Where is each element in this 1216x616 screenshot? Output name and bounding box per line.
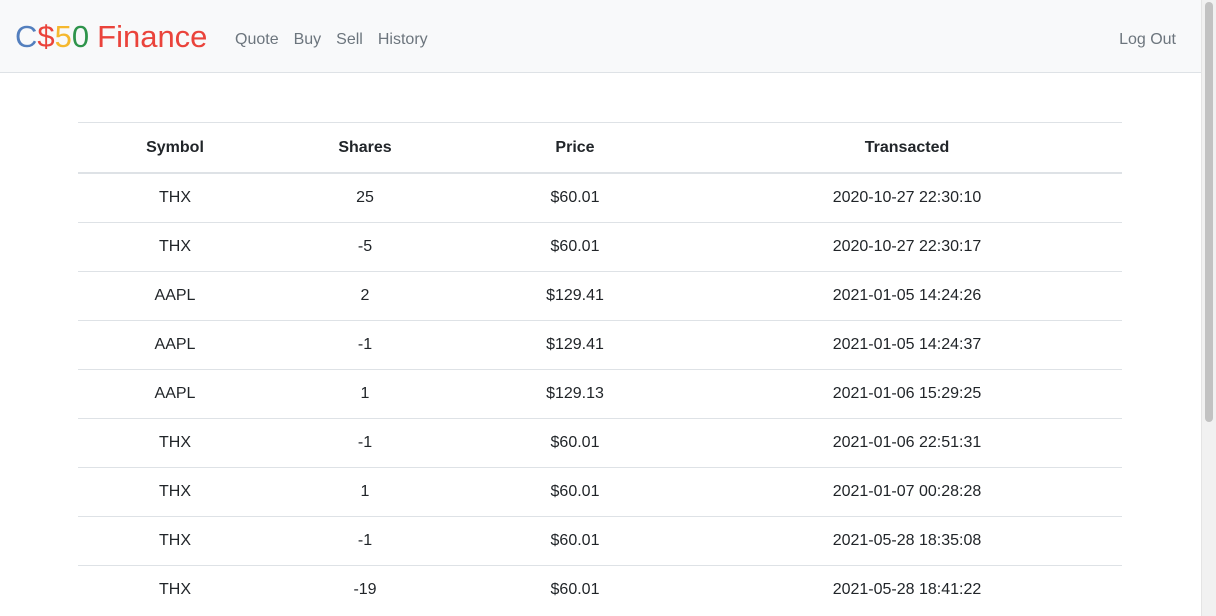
cell-symbol: THX xyxy=(78,172,272,223)
nav-links: Quote Buy Sell History xyxy=(235,29,443,51)
cell-symbol: AAPL xyxy=(78,369,272,419)
scrollbar-thumb[interactable] xyxy=(1205,2,1213,422)
cell-price: $129.41 xyxy=(458,271,692,321)
table-row: THX -5 $60.01 2020-10-27 22:30:17 xyxy=(78,222,1122,272)
cell-shares: -1 xyxy=(272,516,458,566)
table-row: THX 25 $60.01 2020-10-27 22:30:10 xyxy=(78,172,1122,223)
cell-transacted: 2020-10-27 22:30:10 xyxy=(692,172,1122,223)
table-header: Symbol Shares Price Transacted xyxy=(78,122,1122,174)
cell-price: $60.01 xyxy=(458,172,692,223)
brand-logo-link[interactable]: C$50 Finance xyxy=(15,17,207,57)
cell-symbol: THX xyxy=(78,418,272,468)
logout-link[interactable]: Log Out xyxy=(1119,31,1176,48)
nav-link-quote[interactable]: Quote xyxy=(235,29,279,51)
page: C$50 Finance Quote Buy Sell History Log O… xyxy=(0,0,1216,616)
brand-digit-zero: 0 xyxy=(71,19,90,54)
table-row: AAPL 1 $129.13 2021-01-06 15:29:25 xyxy=(78,369,1122,419)
cell-transacted: 2021-05-28 18:35:08 xyxy=(692,516,1122,566)
nav-link-buy[interactable]: Buy xyxy=(294,29,322,51)
cell-transacted: 2021-01-07 00:28:28 xyxy=(692,467,1122,517)
cell-symbol: THX xyxy=(78,467,272,517)
cell-symbol: THX xyxy=(78,222,272,272)
column-header-symbol: Symbol xyxy=(78,122,272,174)
brand-dollar: $ xyxy=(37,19,55,54)
cell-price: $60.01 xyxy=(458,516,692,566)
cell-price: $60.01 xyxy=(458,222,692,272)
cell-shares: -5 xyxy=(272,222,458,272)
table-row: AAPL 2 $129.41 2021-01-05 14:24:26 xyxy=(78,271,1122,321)
cell-symbol: THX xyxy=(78,565,272,614)
history-table: Symbol Shares Price Transacted THX 25 $6… xyxy=(78,122,1122,614)
nav-link-history[interactable]: History xyxy=(378,29,428,51)
table-body: THX 25 $60.01 2020-10-27 22:30:10 THX -5… xyxy=(78,172,1122,614)
cell-symbol: THX xyxy=(78,516,272,566)
cell-transacted: 2021-01-05 14:24:26 xyxy=(692,271,1122,321)
cell-shares: -1 xyxy=(272,320,458,370)
cell-shares: 25 xyxy=(272,172,458,223)
cell-price: $60.01 xyxy=(458,467,692,517)
cell-price: $129.41 xyxy=(458,320,692,370)
cell-shares: 1 xyxy=(272,369,458,419)
cell-transacted: 2021-01-05 14:24:37 xyxy=(692,320,1122,370)
column-header-transacted: Transacted xyxy=(692,122,1122,174)
cell-shares: -1 xyxy=(272,418,458,468)
nav-right: Log Out xyxy=(1119,29,1176,51)
table-row: AAPL -1 $129.41 2021-01-05 14:24:37 xyxy=(78,320,1122,370)
nav-link-sell[interactable]: Sell xyxy=(336,29,363,51)
cell-price: $60.01 xyxy=(458,565,692,614)
table-header-row: Symbol Shares Price Transacted xyxy=(78,122,1122,174)
brand-letter-c: C xyxy=(15,19,38,54)
cell-shares: -19 xyxy=(272,565,458,614)
vertical-scrollbar[interactable] xyxy=(1201,0,1216,616)
cell-symbol: AAPL xyxy=(78,320,272,370)
brand-finance-text: Finance xyxy=(97,19,208,54)
table-row: THX -19 $60.01 2021-05-28 18:41:22 xyxy=(78,565,1122,614)
table-row: THX -1 $60.01 2021-05-28 18:35:08 xyxy=(78,516,1122,566)
brand-digit-five: 5 xyxy=(54,19,72,54)
cell-shares: 2 xyxy=(272,271,458,321)
cell-price: $60.01 xyxy=(458,418,692,468)
table-row: THX 1 $60.01 2021-01-07 00:28:28 xyxy=(78,467,1122,517)
history-table-container: Symbol Shares Price Transacted THX 25 $6… xyxy=(78,122,1122,614)
cell-transacted: 2020-10-27 22:30:17 xyxy=(692,222,1122,272)
cell-transacted: 2021-01-06 22:51:31 xyxy=(692,418,1122,468)
cell-transacted: 2021-01-06 15:29:25 xyxy=(692,369,1122,419)
cell-symbol: AAPL xyxy=(78,271,272,321)
browser-viewport: C$50 Finance Quote Buy Sell History Log O… xyxy=(0,0,1201,616)
column-header-shares: Shares xyxy=(272,122,458,174)
cell-shares: 1 xyxy=(272,467,458,517)
table-row: THX -1 $60.01 2021-01-06 22:51:31 xyxy=(78,418,1122,468)
cell-transacted: 2021-05-28 18:41:22 xyxy=(692,565,1122,614)
cell-price: $129.13 xyxy=(458,369,692,419)
navbar: C$50 Finance Quote Buy Sell History Log O… xyxy=(0,0,1201,73)
column-header-price: Price xyxy=(458,122,692,174)
